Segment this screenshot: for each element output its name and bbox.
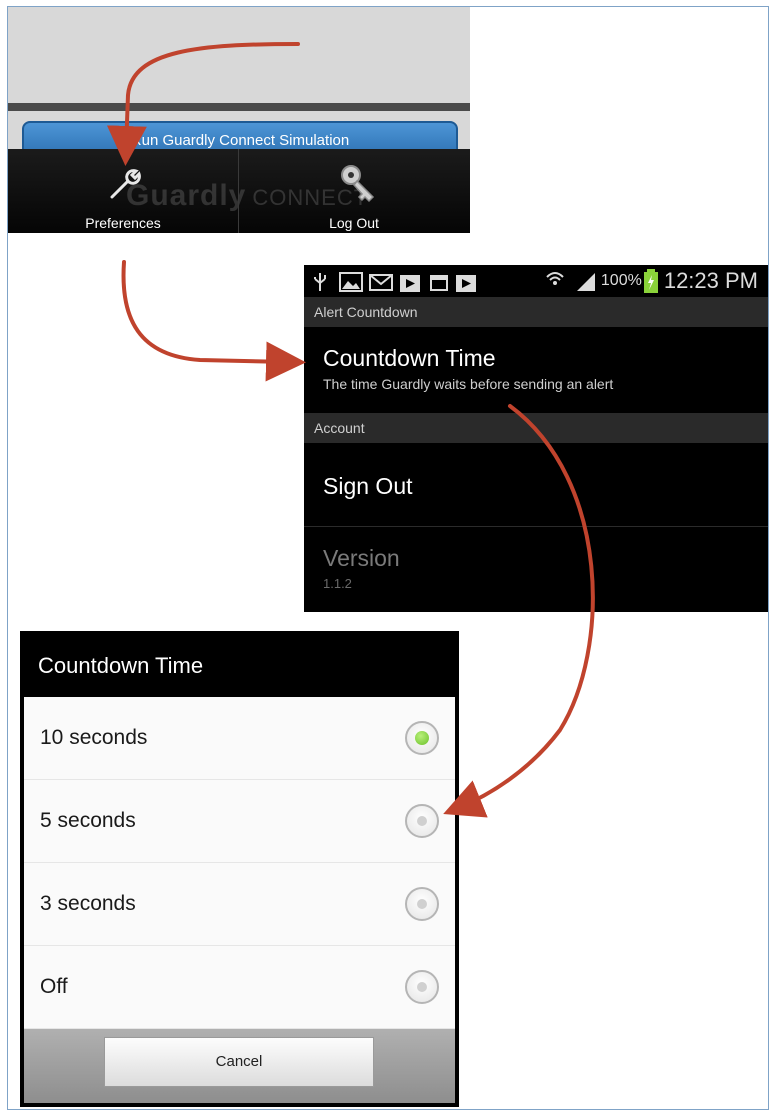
radio-dot [417,982,427,992]
dialog-title: Countdown Time [24,635,455,697]
option-3-seconds[interactable]: 3 seconds [24,863,455,946]
cancel-button[interactable]: Cancel [104,1037,374,1087]
play-store-icon [400,275,420,292]
option-10-seconds[interactable]: 10 seconds [24,697,455,780]
image-icon [339,272,363,292]
radio-dot [417,899,427,909]
radio-unselected-icon[interactable] [405,970,439,1004]
pref-title: Sign Out [323,473,413,499]
option-label: 5 seconds [40,809,136,832]
radio-unselected-icon[interactable] [405,887,439,921]
menu-screenshot: Run Guardly Connect Simulation Guardly CO… [8,7,470,233]
pref-title: Countdown Time [323,345,496,371]
menu-item-preferences[interactable]: Preferences [8,149,238,233]
option-label: 3 seconds [40,892,136,915]
key-icon [239,163,469,203]
option-label: Off [40,975,68,998]
dialog-footer: Cancel [24,1029,455,1103]
play-store-icon [456,275,476,292]
menu-top-bar [8,103,470,111]
section-header-alert-countdown: Alert Countdown [304,297,768,327]
log-out-label: Log Out [329,215,379,231]
wrench-icon [8,163,238,203]
pref-countdown-time[interactable]: Countdown Time The time Guardly waits be… [304,327,768,411]
countdown-dialog: Countdown Time 10 seconds 5 seconds 3 se… [24,635,455,1103]
option-off[interactable]: Off [24,946,455,1029]
mail-icon [369,274,393,291]
options-menu-bar: Guardly CONNECT Preferences Log Out [8,149,470,233]
preferences-label: Preferences [85,215,161,231]
pref-subtitle: 1.1.2 [323,576,352,591]
status-right: 100% 12:23 PM [543,268,758,294]
preferences-screenshot: 100% 12:23 PM Alert Countdown Countdown … [304,265,768,612]
section-header-account: Account [304,413,768,443]
pref-subtitle: The time Guardly waits before sending an… [323,376,614,392]
pref-version: Version 1.1.2 [304,527,768,612]
status-bar: 100% 12:23 PM [304,265,768,297]
menu-item-log-out[interactable]: Log Out [239,149,469,233]
radio-dot [415,731,429,745]
calendar-icon [430,275,448,291]
radio-selected-icon[interactable] [405,721,439,755]
pref-sign-out[interactable]: Sign Out [304,443,768,525]
option-label: 10 seconds [40,726,148,749]
option-5-seconds[interactable]: 5 seconds [24,780,455,863]
radio-unselected-icon[interactable] [405,804,439,838]
pref-title: Version [323,545,400,571]
countdown-options-list: 10 seconds 5 seconds 3 seconds Off [24,697,455,1029]
usb-icon [314,273,326,291]
wifi-signal-icon [546,272,595,291]
battery-icon [643,269,658,293]
battery-percent: 100% [600,272,642,289]
status-clock: 12:23 PM [663,268,758,293]
radio-dot [417,816,427,826]
notification-icons [312,271,512,293]
countdown-dialog-screenshot: Countdown Time 10 seconds 5 seconds 3 se… [20,631,459,1107]
